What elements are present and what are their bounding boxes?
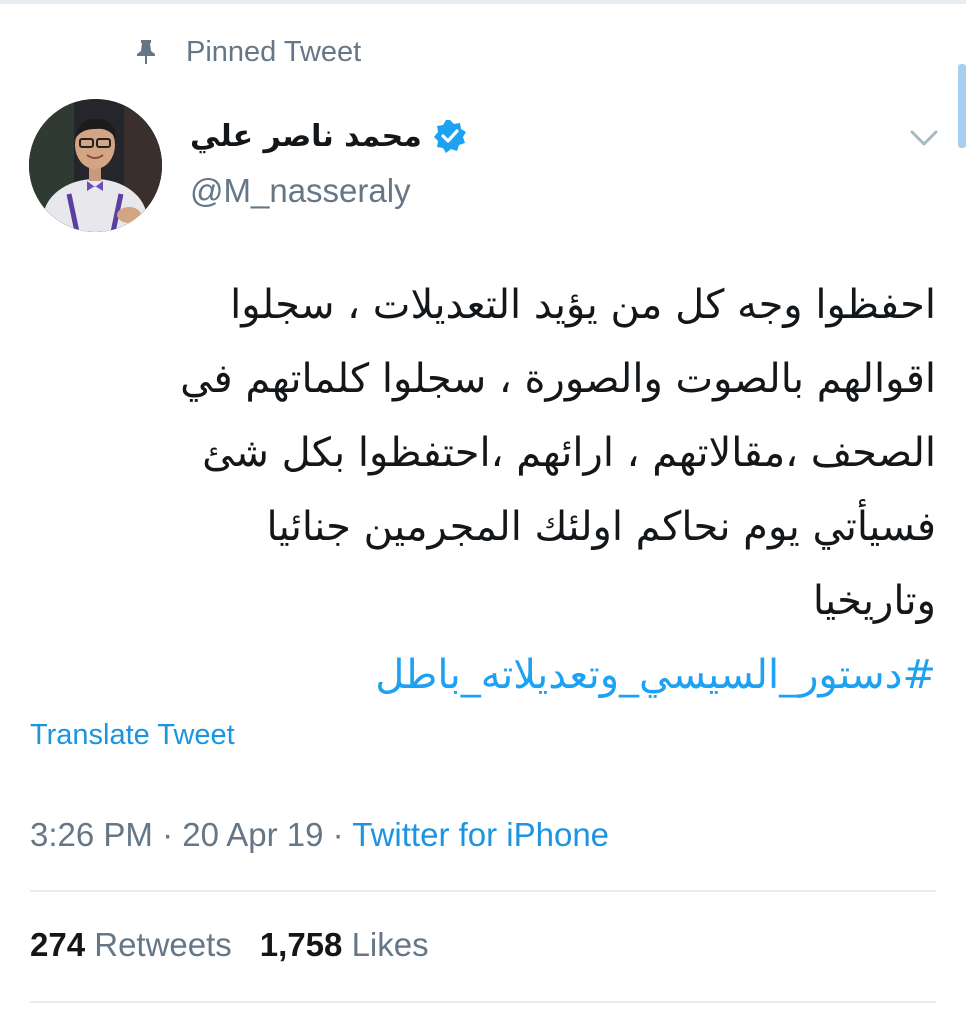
tweet-source-link[interactable]: Twitter for iPhone: [352, 816, 609, 853]
retweets-stat[interactable]: 274 Retweets: [30, 926, 232, 963]
tweet-author[interactable]: محمد ناصر علي @M_nasseraly: [190, 108, 468, 210]
meta-separator: ·: [323, 816, 353, 853]
verified-badge-icon: [432, 118, 468, 154]
tweet-date[interactable]: 20 Apr 19: [182, 816, 323, 853]
retweets-count: 274: [30, 926, 86, 963]
name-row: محمد ناصر علي: [190, 108, 468, 164]
tweet-text-line: احفظوا وجه كل من يؤيد التعديلات ، سجلوا: [230, 282, 936, 328]
tweet-body: احفظوا وجه كل من يؤيد التعديلات ، سجلوا …: [30, 268, 936, 712]
likes-count: 1,758: [259, 926, 343, 963]
likes-label: Likes: [351, 926, 429, 963]
tweet-text-line: فسيأتي يوم نحاكم اولئك المجرمين جنائيا: [266, 504, 936, 550]
divider: [30, 890, 936, 892]
translate-tweet-link[interactable]: Translate Tweet: [30, 719, 235, 752]
tweet-text-line: اقوالهم بالصوت والصورة ، سجلوا كلماتهم ف…: [180, 356, 936, 402]
tweet-time[interactable]: 3:26 PM: [30, 816, 153, 853]
likes-stat[interactable]: 1,758 Likes: [260, 926, 429, 963]
pin-icon: [132, 38, 160, 66]
tweet-stats: 274 Retweets 1,758 Likes: [30, 926, 429, 964]
user-handle[interactable]: @M_nasseraly: [190, 172, 468, 210]
pinned-label: Pinned Tweet: [186, 35, 362, 68]
divider: [30, 1001, 936, 1003]
avatar[interactable]: [29, 99, 162, 232]
tweet-meta: 3:26 PM · 20 Apr 19 · Twitter for iPhone: [30, 816, 609, 854]
pinned-indicator: Pinned Tweet: [132, 30, 361, 74]
display-name[interactable]: محمد ناصر علي: [190, 119, 422, 154]
retweets-label: Retweets: [94, 926, 232, 963]
chevron-down-icon[interactable]: [908, 126, 940, 150]
meta-separator: ·: [152, 816, 183, 853]
tweet-text-line: الصحف ،مقالاتهم ، ارائهم ،احتفظوا بكل شئ: [202, 430, 936, 476]
scrollbar[interactable]: [958, 64, 966, 148]
top-divider: [0, 0, 966, 4]
tweet-text-line: وتاريخيا: [812, 578, 936, 624]
hashtag-link[interactable]: #دستور_السيسي_وتعديلاته_باطل: [30, 638, 936, 712]
